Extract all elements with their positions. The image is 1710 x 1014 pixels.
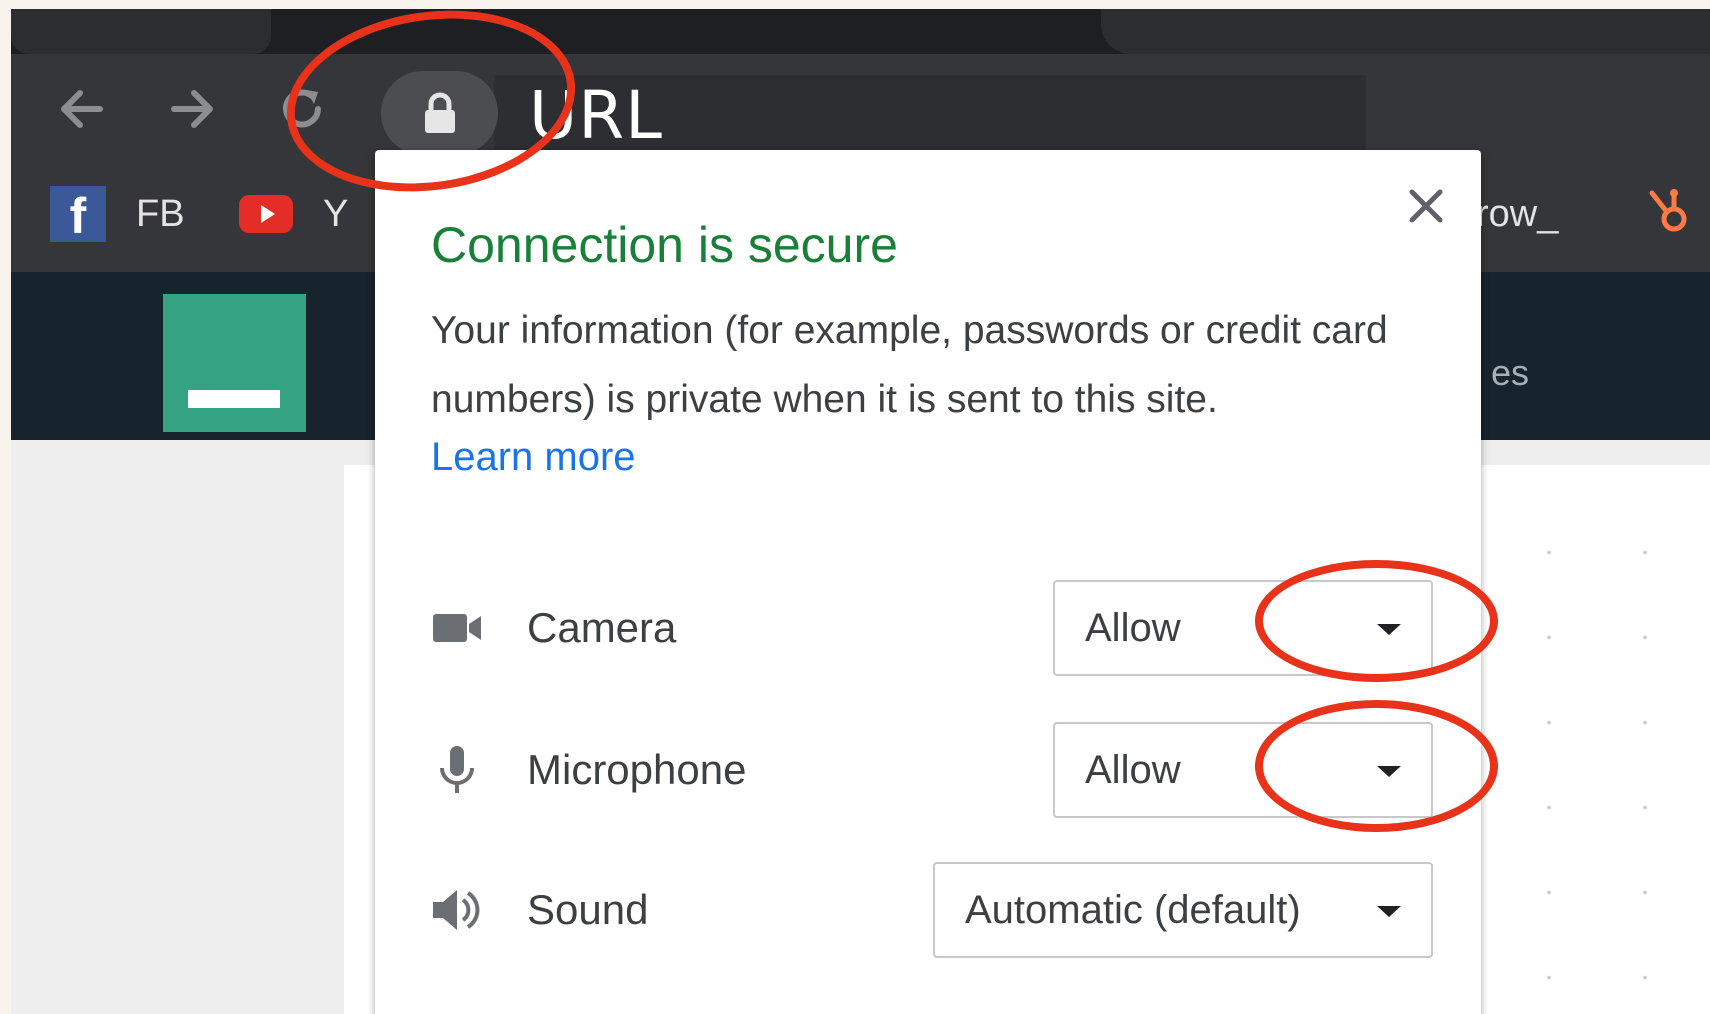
facebook-icon: f — [50, 186, 106, 242]
browser-tab[interactable] — [11, 9, 271, 54]
bookmark-youtube[interactable]: Y — [239, 186, 348, 242]
permission-row-sound: Sound Automatic (default) — [431, 862, 1433, 958]
dropdown-value: Allow — [1085, 748, 1181, 792]
speaker-icon — [431, 884, 483, 936]
chevron-down-icon[interactable] — [1377, 906, 1401, 917]
annotation-circle-camera-dropdown — [1255, 560, 1498, 682]
arrow-left-icon — [61, 90, 103, 128]
permission-label: Camera — [527, 604, 677, 651]
browser-toolbar: URL — [11, 54, 1710, 156]
hubspot-icon — [1649, 189, 1687, 232]
dot-grid — [1501, 510, 1710, 1010]
bookmark-fb[interactable]: f FB — [50, 186, 185, 242]
camera-icon — [431, 602, 483, 654]
arrow-right-icon — [171, 90, 213, 128]
bookmark-row[interactable]: row_ — [1476, 186, 1558, 242]
bookmark-hubspot[interactable] — [1646, 184, 1692, 240]
annotation-circle-microphone-dropdown — [1255, 700, 1498, 832]
microphone-icon — [431, 744, 483, 796]
sound-permission-dropdown[interactable]: Automatic (default) — [933, 862, 1433, 958]
logo-bar — [188, 390, 280, 408]
bookmark-label: row_ — [1476, 192, 1559, 235]
close-button[interactable] — [1404, 184, 1448, 228]
dropdown-value: Allow — [1085, 606, 1181, 650]
dropdown-value: Automatic (default) — [965, 888, 1301, 932]
youtube-icon — [239, 195, 293, 233]
forward-button[interactable] — [161, 84, 223, 134]
close-icon — [1409, 189, 1443, 223]
bookmark-label: Y — [323, 192, 349, 235]
site-logo[interactable] — [163, 294, 306, 432]
popup-title: Connection is secure — [431, 217, 898, 273]
site-nav-item[interactable]: es — [1491, 352, 1529, 394]
permission-label: Microphone — [527, 746, 747, 793]
tab-strip — [11, 9, 1710, 54]
learn-more-link[interactable]: Learn more — [431, 435, 636, 480]
back-button[interactable] — [51, 84, 113, 134]
permission-label: Sound — [527, 886, 649, 933]
bookmark-label: FB — [136, 192, 185, 235]
browser-tab[interactable] — [1101, 9, 1710, 54]
popup-description: Your information (for example, passwords… — [431, 309, 1388, 421]
